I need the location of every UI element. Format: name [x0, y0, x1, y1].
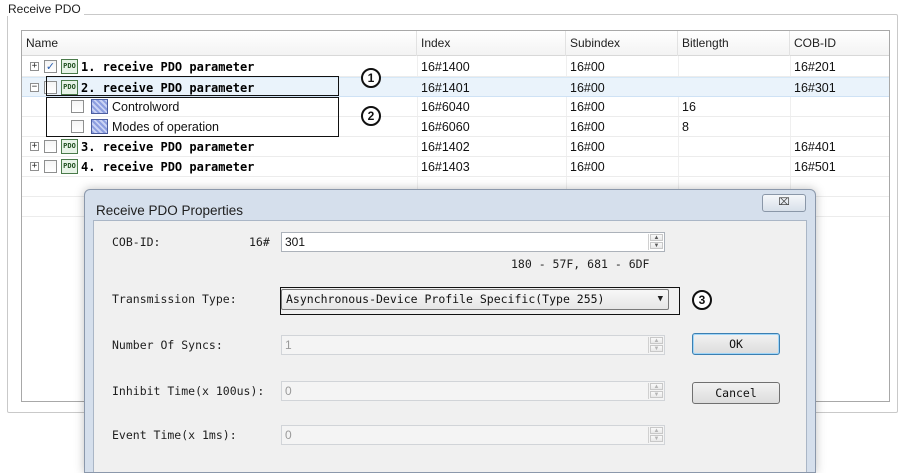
column-header-name[interactable]: Name — [22, 31, 417, 56]
inhibit-time-value: 0 — [285, 384, 292, 398]
spin-up-icon[interactable]: ▲ — [650, 383, 663, 390]
dialog-title: Receive PDO Properties — [96, 203, 244, 218]
cobid-cell: 16#201 — [794, 60, 836, 74]
pdo-checkbox[interactable]: ✓ — [44, 60, 57, 73]
receive-pdo-group-title: Receive PDO — [6, 2, 84, 16]
bitlength-cell — [678, 78, 682, 98]
callout-3-marker: 3 — [692, 290, 712, 310]
pdo-icon: PDO — [61, 159, 78, 174]
subindex-cell: 16#00 — [570, 100, 605, 114]
event-time-label: Event Time(x 1ms): — [112, 428, 237, 442]
index-cell: 16#1400 — [421, 60, 470, 74]
cobid-cell: 16#401 — [794, 140, 836, 154]
pdo-checkbox[interactable] — [44, 140, 57, 153]
column-header-index[interactable]: Index — [417, 31, 566, 56]
pdo-name: 4. receive PDO parameter — [81, 160, 255, 174]
subindex-cell: 16#00 — [570, 160, 605, 174]
cobid-cell: 16#501 — [794, 160, 836, 174]
cobid-spinner[interactable]: ▲ ▼ — [648, 234, 663, 250]
inhibit-time-label: Inhibit Time(x 100us): — [112, 384, 265, 398]
column-header-cobid[interactable]: COB-ID — [790, 31, 889, 56]
cancel-button[interactable]: Cancel — [692, 382, 780, 404]
expand-icon[interactable]: + — [30, 162, 39, 171]
callout-2-marker: 2 — [361, 106, 381, 126]
spin-up-icon[interactable]: ▲ — [650, 337, 663, 344]
index-cell: 16#6040 — [421, 100, 470, 114]
event-spinner[interactable]: ▲ ▼ — [648, 427, 663, 443]
event-time-input[interactable]: 0 ▲ ▼ — [281, 425, 665, 445]
inhibit-time-input[interactable]: 0 ▲ ▼ — [281, 381, 665, 401]
callout-1-box — [46, 76, 339, 96]
bitlength-cell — [678, 157, 682, 177]
close-button[interactable]: ⌧ — [762, 194, 806, 212]
dialog-body: COB-ID: 16# 301 ▲ ▼ 180 - 57F, 681 - 6DF… — [93, 220, 807, 472]
index-cell: 16#1402 — [421, 140, 470, 154]
grid-header: Name Index Subindex Bitlength COB-ID — [22, 31, 889, 56]
receive-pdo-properties-dialog: Receive PDO Properties ⌧ COB-ID: 16# 301… — [84, 189, 816, 473]
spin-down-icon[interactable]: ▼ — [650, 391, 663, 398]
cobid-range-hint: 180 - 57F, 681 - 6DF — [511, 257, 650, 271]
table-row[interactable]: + ✓ PDO 1. receive PDO parameter 16#1400… — [22, 57, 889, 77]
spin-down-icon[interactable]: ▼ — [650, 435, 663, 442]
ok-button[interactable]: OK — [692, 333, 780, 355]
collapse-icon[interactable]: − — [30, 83, 39, 92]
cobid-cell — [790, 117, 794, 137]
pdo-icon: PDO — [61, 139, 78, 154]
column-header-subindex[interactable]: Subindex — [566, 31, 678, 56]
spin-up-icon[interactable]: ▲ — [650, 234, 663, 241]
cobid-label: COB-ID: — [112, 235, 161, 249]
event-time-value: 0 — [285, 428, 292, 442]
pdo-name: 3. receive PDO parameter — [81, 140, 255, 154]
index-cell: 16#1401 — [421, 81, 470, 95]
cobid-cell: 16#301 — [794, 81, 836, 95]
expand-icon[interactable]: + — [30, 62, 39, 71]
table-row[interactable]: + PDO 3. receive PDO parameter 16#1402 1… — [22, 137, 889, 157]
pdo-icon: PDO — [61, 59, 78, 74]
subindex-cell: 16#00 — [570, 120, 605, 134]
callout-3-box — [280, 287, 680, 315]
inhibit-spinner[interactable]: ▲ ▼ — [648, 383, 663, 399]
bitlength-cell: 16 — [682, 100, 696, 114]
bitlength-cell — [678, 57, 682, 77]
spin-up-icon[interactable]: ▲ — [650, 427, 663, 434]
cobid-prefix: 16# — [249, 235, 270, 249]
number-of-syncs-input[interactable]: 1 ▲ ▼ — [281, 335, 665, 355]
pdo-checkbox[interactable] — [44, 160, 57, 173]
spin-down-icon[interactable]: ▼ — [650, 242, 663, 249]
cobid-input[interactable]: 301 ▲ ▼ — [281, 232, 665, 252]
callout-1-marker: 1 — [361, 68, 381, 88]
table-row[interactable]: + PDO 4. receive PDO parameter 16#1403 1… — [22, 157, 889, 177]
pdo-name: 1. receive PDO parameter — [81, 60, 255, 74]
number-of-syncs-value: 1 — [285, 338, 292, 352]
callout-2-box — [46, 97, 339, 137]
subindex-cell: 16#00 — [570, 60, 605, 74]
index-cell: 16#1403 — [421, 160, 470, 174]
spin-down-icon[interactable]: ▼ — [650, 345, 663, 352]
subindex-cell: 16#00 — [570, 81, 605, 95]
expand-icon[interactable]: + — [30, 142, 39, 151]
cobid-input-value: 301 — [285, 235, 306, 249]
cobid-cell — [790, 97, 794, 117]
bitlength-cell: 8 — [682, 120, 689, 134]
transmission-type-label: Transmission Type: — [112, 292, 237, 306]
subindex-cell: 16#00 — [570, 140, 605, 154]
syncs-spinner[interactable]: ▲ ▼ — [648, 337, 663, 353]
bitlength-cell — [678, 137, 682, 157]
column-header-bitlength[interactable]: Bitlength — [678, 31, 790, 56]
number-of-syncs-label: Number Of Syncs: — [112, 338, 223, 352]
index-cell: 16#6060 — [421, 120, 470, 134]
